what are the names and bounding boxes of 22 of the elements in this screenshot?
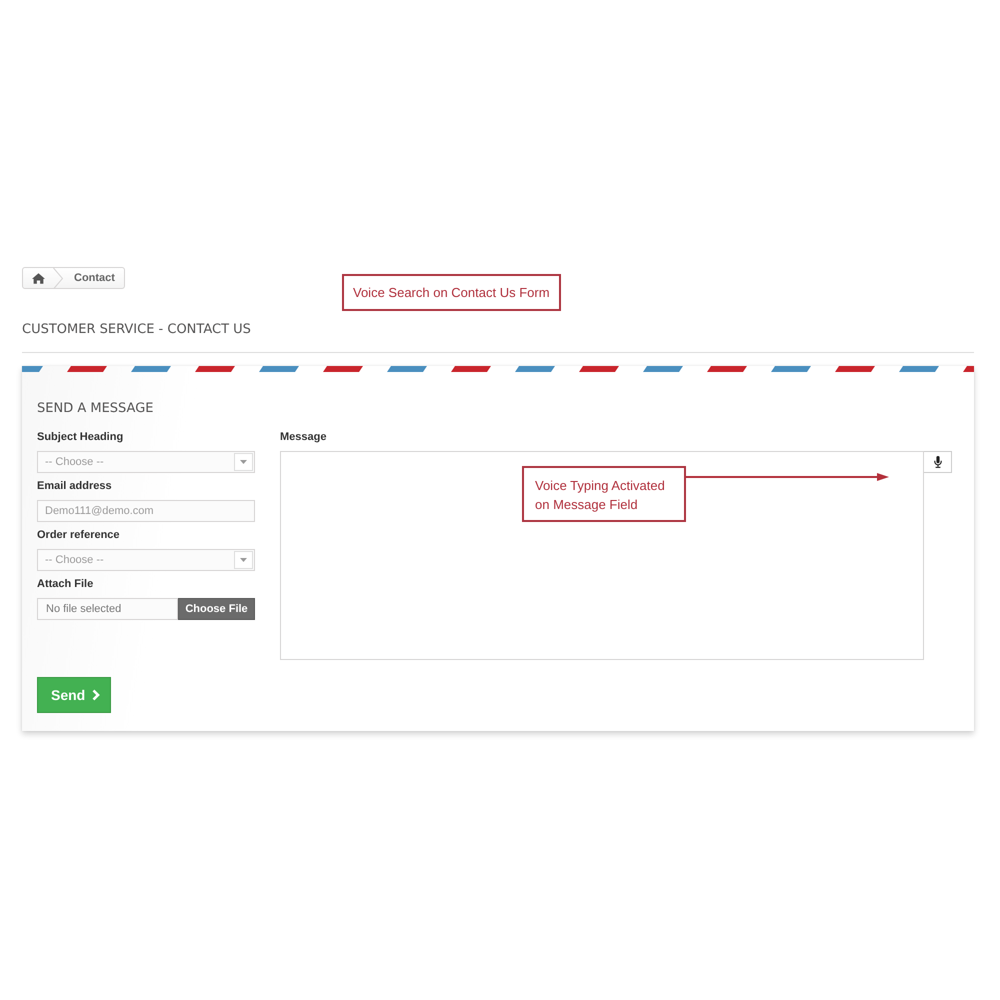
dropdown-caret-icon xyxy=(234,453,253,471)
send-button[interactable]: Send xyxy=(37,677,112,713)
field-label: Message xyxy=(280,430,326,444)
page-title: CUSTOMER SERVICE - CONTACT US xyxy=(22,321,251,339)
microphone-button[interactable] xyxy=(924,451,952,473)
annotation-callout: Voice Typing Activated on Message Field xyxy=(522,466,686,522)
field-label: Order reference xyxy=(37,528,120,542)
dropdown-caret-icon xyxy=(234,551,253,569)
dropdown-select[interactable]: -- Choose -- xyxy=(37,549,255,571)
field-label: Email address xyxy=(37,479,112,493)
choose-file-button[interactable]: Choose File xyxy=(178,598,255,620)
microphone-icon xyxy=(934,456,942,468)
chevron-right-icon xyxy=(92,689,100,701)
breadcrumb-current: Contact xyxy=(73,271,116,286)
field-label: Subject Heading xyxy=(37,430,124,444)
file-name-field[interactable]: No file selected xyxy=(37,598,178,620)
home-icon xyxy=(32,272,44,284)
field-label: Attach File xyxy=(37,577,94,591)
annotation-callout: Voice Search on Contact Us Form xyxy=(342,274,561,311)
email-input[interactable]: Demo111@demo.com xyxy=(37,500,255,522)
form-heading: SEND A MESSAGE xyxy=(37,400,154,418)
dropdown-select[interactable]: -- Choose -- xyxy=(37,451,255,473)
